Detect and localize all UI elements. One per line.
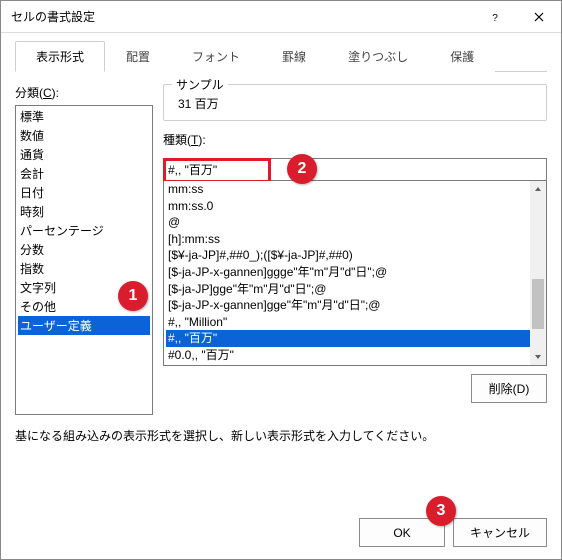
hint-text: 基になる組み込みの表示形式を選択し、新しい表示形式を入力してください。 [1, 415, 561, 444]
category-item-date[interactable]: 日付 [18, 183, 150, 202]
format-list-item[interactable]: mm:ss [166, 181, 530, 198]
category-item-time[interactable]: 時刻 [18, 202, 150, 221]
help-icon: ? [490, 12, 500, 22]
format-list-item[interactable]: [$-ja-JP]gge"年"m"月"d"日";@ [166, 281, 530, 298]
category-item-scientific[interactable]: 指数 [18, 259, 150, 278]
delete-row: 削除(D) [163, 374, 547, 403]
sample-group: サンプル 31 百万 [163, 84, 547, 121]
sample-label: サンプル [172, 76, 228, 93]
category-panel: 分類(C): 標準 数値 通貨 会計 日付 時刻 パーセンテージ 分数 指数 文… [15, 82, 153, 415]
format-code-input[interactable] [163, 158, 547, 181]
category-list[interactable]: 標準 数値 通貨 会計 日付 時刻 パーセンテージ 分数 指数 文字列 その他 … [15, 105, 153, 415]
tab-number-format[interactable]: 表示形式 [15, 41, 105, 72]
format-list-scrollbar[interactable] [530, 181, 546, 365]
format-list-item[interactable]: #,, "Million" [166, 314, 530, 331]
svg-text:?: ? [492, 13, 498, 22]
category-label: 分類(C): [15, 84, 153, 101]
format-list-item[interactable]: @ [166, 214, 530, 231]
format-list-item[interactable]: [$¥-ja-JP]#,##0_);([$¥-ja-JP]#,##0) [166, 247, 530, 264]
category-item-custom[interactable]: ユーザー定義 [18, 316, 150, 335]
tabstrip: 表示形式 配置 フォント 罫線 塗りつぶし 保護 [1, 33, 561, 72]
format-list-item[interactable]: #0.0,, "M" [166, 364, 530, 366]
format-list[interactable]: mm:ss mm:ss.0 @ [h]:mm:ss [$¥-ja-JP]#,##… [163, 181, 547, 366]
tab-fill[interactable]: 塗りつぶし [327, 41, 429, 72]
category-item-fraction[interactable]: 分数 [18, 240, 150, 259]
sample-value: 31 百万 [172, 95, 538, 112]
category-item-standard[interactable]: 標準 [18, 107, 150, 126]
category-item-accounting[interactable]: 会計 [18, 164, 150, 183]
category-item-number[interactable]: 数値 [18, 126, 150, 145]
format-list-item[interactable]: #,, "百万" [166, 330, 530, 347]
type-input-wrap: 2 [163, 158, 547, 181]
titlebar: セルの書式設定 ? [1, 1, 561, 33]
close-icon [534, 12, 544, 22]
tab-border[interactable]: 罫線 [261, 41, 327, 72]
category-item-currency[interactable]: 通貨 [18, 145, 150, 164]
format-list-item[interactable]: mm:ss.0 [166, 198, 530, 215]
help-button[interactable]: ? [473, 2, 517, 32]
scroll-up-icon[interactable] [530, 181, 546, 197]
scroll-track[interactable] [530, 197, 546, 349]
annotation-badge-1: 1 [118, 281, 148, 311]
annotation-badge-2: 2 [287, 154, 317, 184]
tab-alignment[interactable]: 配置 [105, 41, 171, 72]
format-list-item[interactable]: [$-ja-JP-x-gannen]ggge"年"m"月"d"日";@ [166, 264, 530, 281]
type-label: 種類(T): [163, 131, 547, 148]
content-area: 分類(C): 標準 数値 通貨 会計 日付 時刻 パーセンテージ 分数 指数 文… [1, 72, 561, 415]
scroll-down-icon[interactable] [530, 349, 546, 365]
tab-protection[interactable]: 保護 [429, 41, 495, 72]
delete-button[interactable]: 削除(D) [471, 374, 547, 403]
scroll-thumb[interactable] [532, 279, 544, 329]
cancel-button[interactable]: キャンセル [453, 518, 547, 547]
format-list-item[interactable]: [$-ja-JP-x-gannen]gge"年"m"月"d"日";@ [166, 297, 530, 314]
dialog-footer: OK キャンセル [359, 518, 547, 547]
close-button[interactable] [517, 2, 561, 32]
annotation-badge-3: 3 [426, 496, 456, 526]
window-title: セルの書式設定 [11, 8, 473, 25]
details-panel: サンプル 31 百万 種類(T): 2 mm:ss mm:ss.0 @ [h]:… [163, 82, 547, 415]
category-item-percentage[interactable]: パーセンテージ [18, 221, 150, 240]
format-list-item[interactable]: [h]:mm:ss [166, 231, 530, 248]
format-list-item[interactable]: #0.0,, "百万" [166, 347, 530, 364]
tab-font[interactable]: フォント [171, 41, 261, 72]
